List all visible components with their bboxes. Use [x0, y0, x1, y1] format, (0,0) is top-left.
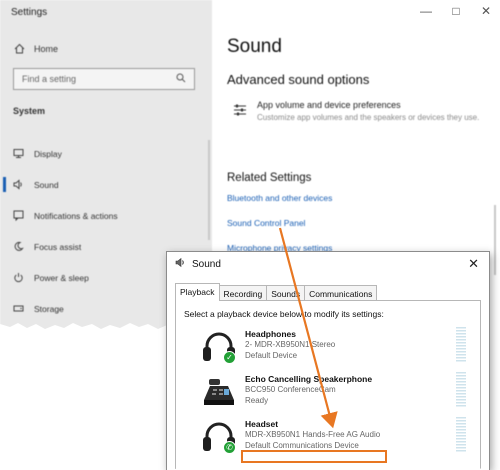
sidebar-item-label: Focus assist — [34, 241, 82, 252]
app-volume-desc: Customize app volumes and the speakers o… — [257, 113, 480, 122]
playback-panel: Select a playback device below to modify… — [175, 300, 481, 470]
default-check-icon: ✓ — [223, 351, 236, 364]
torn-edge — [167, 464, 489, 470]
search-icon — [176, 73, 186, 85]
section-label: System — [13, 106, 46, 116]
sidebar-scrollbar[interactable] — [208, 140, 210, 240]
sidebar-item-label: Sound — [34, 179, 59, 190]
device-name: Echo Cancelling Speakerphone — [245, 374, 373, 384]
speakerphone-icon — [200, 374, 238, 410]
bluetooth-link[interactable]: Bluetooth and other devices — [227, 193, 332, 203]
tab-recording[interactable]: Recording — [218, 285, 268, 301]
home-nav-item[interactable]: Home — [14, 43, 58, 54]
sidebar-item-label: Storage — [34, 303, 64, 314]
device-status: Default Communications Device — [245, 441, 359, 450]
advanced-sound-title: Advanced sound options — [227, 72, 370, 87]
device-name: Headphones — [245, 329, 297, 339]
sound-control-panel-link[interactable]: Sound Control Panel — [227, 218, 305, 228]
device-desc: 2- MDR-XB950N1 Stereo — [245, 340, 336, 349]
main-scrollbar[interactable] — [494, 205, 496, 275]
speaker-icon — [13, 179, 24, 190]
sidebar-item-display[interactable]: Display — [0, 138, 212, 169]
level-meter — [456, 417, 466, 453]
device-status: Ready — [245, 396, 269, 405]
device-status: Default Device — [245, 351, 298, 360]
moon-icon — [13, 241, 24, 252]
home-label: Home — [34, 43, 59, 54]
tab-playback[interactable]: Playback — [175, 283, 220, 301]
device-desc: BCC950 ConferenceCam — [245, 385, 336, 394]
window-title: Settings — [11, 7, 48, 18]
app-volume-option[interactable]: App volume and device preferences Custom… — [232, 100, 494, 123]
phone-badge-icon: ✆ — [223, 441, 236, 454]
device-list: ✓ Headphones 2- MDR-XB950N1 Stereo Defau… — [184, 323, 472, 470]
power-icon — [13, 272, 24, 283]
device-desc: MDR-XB950N1 Hands-Free AG Audio — [245, 430, 381, 439]
dialog-tabs: Playback Recording Sounds Communications — [175, 283, 378, 301]
monitor-icon — [13, 148, 24, 159]
related-settings-title: Related Settings — [227, 172, 312, 184]
dialog-close-icon[interactable]: ✕ — [468, 256, 479, 272]
level-meter — [456, 372, 466, 408]
search-input[interactable]: Find a setting — [13, 68, 195, 90]
sidebar-item-notifications[interactable]: Notifications & actions — [0, 200, 212, 231]
device-item-speakerphone[interactable]: Echo Cancelling Speakerphone BCC950 Conf… — [184, 368, 472, 413]
dialog-title: Sound — [192, 258, 221, 270]
notification-icon — [13, 210, 24, 221]
page-title: Sound — [227, 36, 282, 57]
storage-icon — [13, 303, 24, 314]
level-meter — [456, 327, 466, 363]
sidebar-item-sound[interactable]: Sound — [0, 169, 212, 200]
instruction-text: Select a playback device below to modify… — [184, 309, 384, 319]
sliders-icon — [232, 102, 248, 118]
speaker-icon — [175, 257, 186, 271]
app-volume-text: App volume and device preferences Custom… — [257, 100, 479, 123]
device-item-headphones[interactable]: ✓ Headphones 2- MDR-XB950N1 Stereo Defau… — [184, 323, 472, 368]
search-placeholder: Find a setting — [22, 74, 77, 84]
sound-dialog: Sound ✕ Playback Recording Sounds Commun… — [166, 251, 490, 470]
sidebar-item-label: Notifications & actions — [34, 210, 118, 221]
dialog-titlebar: Sound — [167, 252, 489, 276]
tab-communications[interactable]: Communications — [304, 285, 378, 301]
tab-sounds[interactable]: Sounds — [266, 285, 306, 301]
sidebar-item-label: Power & sleep — [34, 272, 89, 283]
home-icon — [14, 43, 25, 54]
device-name: Headset — [245, 419, 279, 429]
app-volume-title: App volume and device preferences — [257, 100, 401, 110]
sidebar-item-label: Display — [34, 148, 62, 159]
